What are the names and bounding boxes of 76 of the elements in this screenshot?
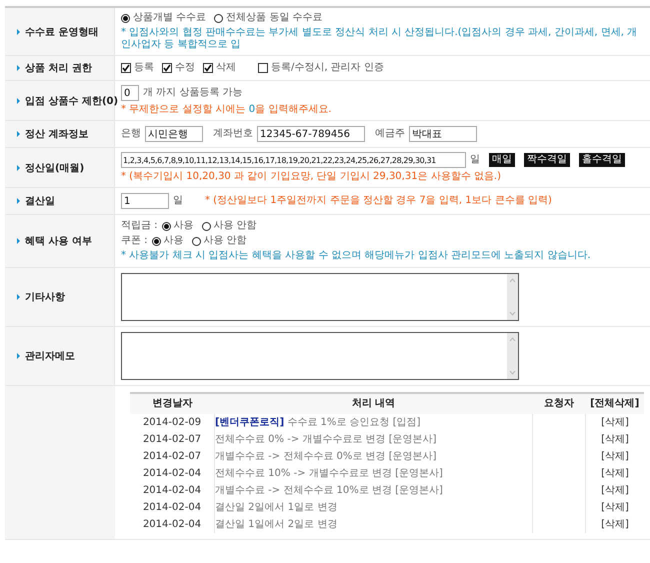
limit-input[interactable]: 0 [121, 85, 139, 101]
delete-link[interactable]: [삭제] [601, 434, 629, 444]
row-label: 기타사항 [25, 291, 65, 304]
field-label: 계좌번호 [213, 128, 253, 140]
benefit-label: 쿠폰 : [121, 235, 148, 247]
history-text: 전체수수료 0% -> 개별수수료로 변경 [운영본사] [215, 434, 437, 444]
column-header: [전체삭제] [590, 398, 640, 409]
delete-link[interactable]: [삭제] [601, 468, 629, 478]
checkbox-label: 수정 [175, 62, 195, 74]
radio-button[interactable] [162, 222, 171, 230]
field-label: 은행 [121, 128, 141, 140]
note-text: * 무제한으로 설정할 시에는 0을 입력해주세요. [121, 104, 332, 116]
row-label: 정산 계좌정보 [25, 128, 88, 141]
row-label: 수수료 운영형태 [25, 26, 98, 38]
checkbox-label: 삭제 [216, 62, 236, 74]
preset-button[interactable]: 홀수격일 [579, 153, 625, 167]
row-label: 관리자메모 [25, 350, 75, 363]
note-text: * 입점사와의 협정 판매수수료는 부가세 별도로 정산식 처리 시 산정됩니다.(입점사의 경우 과세, 간이과세, 면세, 개인사업자 등 복합적으로 입 [121, 27, 638, 51]
date-cell: 2014-02-04 [142, 468, 202, 478]
date-cell: 2014-02-07 [142, 434, 202, 444]
history-text: 결산일 2일에서 1일로 변경 [215, 502, 338, 512]
date-cell: 2014-02-09 [142, 416, 202, 428]
checkbox-label: 등록/수정시, 관리자 인증 [271, 62, 384, 74]
checkbox[interactable] [121, 63, 131, 73]
column-header: 변경날자 [152, 398, 192, 409]
radio-label: 사용 [174, 220, 194, 232]
delete-link[interactable]: [삭제] [601, 518, 629, 530]
checkbox[interactable] [258, 63, 268, 73]
radio-button[interactable] [121, 14, 130, 22]
preset-button[interactable]: 매일 [489, 153, 515, 167]
limit-suffix: 개 까지 상품등록 가능 [143, 87, 243, 99]
column-header: 처리 내역 [352, 398, 396, 409]
account-input[interactable]: 시민은행 [145, 126, 203, 142]
note-text: * (정산일보다 1주일전까지 주문을 정산할 경우 7을 입력, 1보다 큰수를 입력) [205, 195, 552, 207]
benefit-label: 적립금 : [121, 220, 158, 232]
date-cell: 2014-02-04 [142, 484, 202, 496]
day-suffix: 일 [173, 195, 183, 207]
row-label: 혜택 사용 여부 [25, 235, 92, 248]
date-cell: 2014-02-04 [142, 518, 202, 530]
delete-link[interactable]: [삭제] [601, 450, 629, 462]
history-text: 결산일 1일에서 2일로 변경 [215, 518, 338, 530]
history-text: 전체수수료 10% -> 개별수수료로 변경 [운영본사] [215, 468, 443, 478]
delete-link[interactable]: [삭제] [601, 502, 629, 512]
radio-button[interactable] [192, 236, 201, 246]
radio-label: 사용 안함 [204, 235, 247, 247]
account-input[interactable]: 12345-67-789456 [257, 126, 365, 142]
checkbox-label: 등록 [134, 62, 154, 74]
row-label: 상품 처리 권한 [25, 62, 92, 75]
radio-label: 상품개별 수수료 [133, 12, 206, 24]
radio-button[interactable] [152, 236, 161, 246]
radio-label: 전체상품 동일 수수료 [226, 12, 323, 24]
history-text: 개별수수료 -> 전체수수료 10%로 변경 [운영본사] [215, 484, 443, 496]
checkbox[interactable] [162, 63, 172, 73]
history-text: 개별수수료 -> 전체수수료 0%로 변경 [운영본사] [215, 450, 437, 462]
days-suffix: 일 [470, 154, 480, 166]
row-label: 입점 상품수 제한(0) [25, 94, 118, 108]
radio-label: 사용 안함 [214, 220, 257, 232]
delete-link[interactable]: [삭제] [601, 484, 629, 496]
date-cell: 2014-02-04 [142, 502, 202, 512]
column-header: 요청자 [544, 398, 574, 409]
preset-button[interactable]: 짝수격일 [524, 153, 570, 167]
history-text: [벤더쿠폰로직] 수수료 1%로 승인요청 [입점] [215, 416, 421, 428]
row-label: 정산일(매월) [25, 162, 84, 174]
row-label: 결산일 [25, 195, 55, 208]
account-input[interactable]: 박대표 [409, 126, 477, 142]
radio-label: 사용 [164, 235, 184, 247]
closing-day-input[interactable]: 1 [121, 193, 169, 209]
note-text: * 사용불가 체크 시 입점사는 혜택을 사용할 수 없으며 해당메뉴가 입점사 관리모드에 노출되지 않습니다. [121, 250, 591, 262]
field-label: 예금주 [375, 128, 405, 140]
note-text: * (복수기입시 10,20,30 과 같이 기입요망, 단일 기입시 29,30,31은 사용할수 없음.) [121, 171, 502, 183]
delete-link[interactable]: [삭제] [601, 416, 629, 428]
radio-button[interactable] [202, 222, 211, 230]
date-cell: 2014-02-07 [142, 450, 202, 462]
checkbox[interactable] [203, 63, 213, 73]
days-input[interactable]: 1,2,3,4,5,6,7,8,9,10,11,12,13,14,15,16,17,18,19,20,21,22,23,24,25,26,27,28,29,30,31 [121, 152, 466, 168]
radio-button[interactable] [214, 14, 224, 22]
